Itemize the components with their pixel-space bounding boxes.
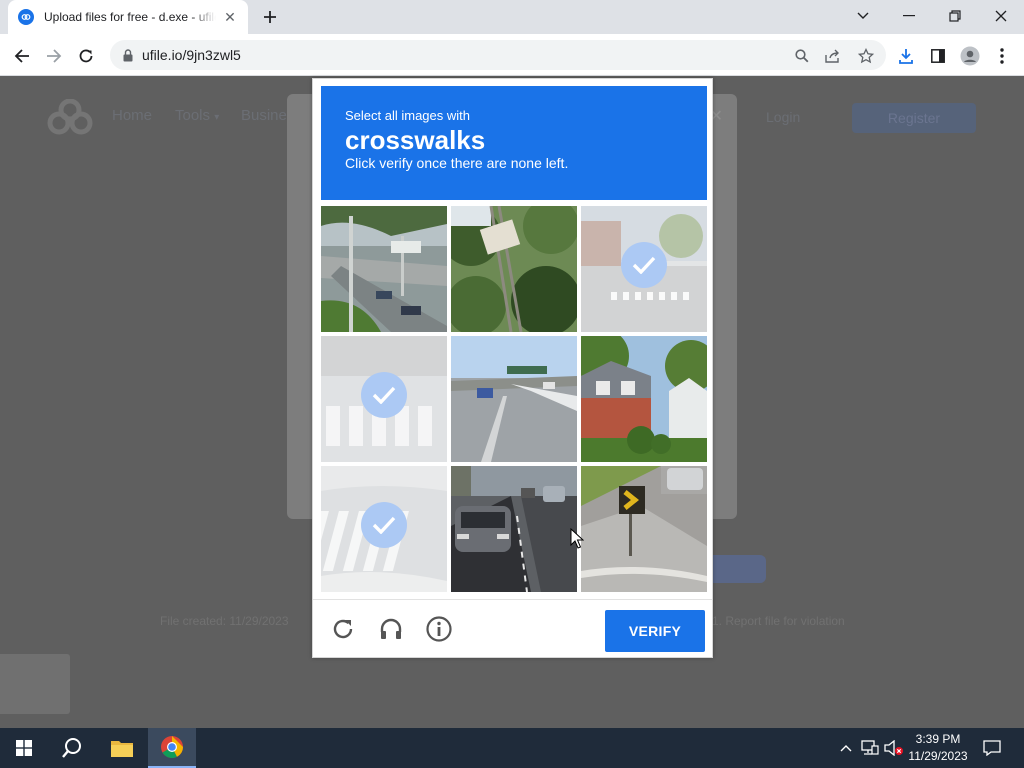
- tab-title: Upload files for free - d.exe - ufile.io: [44, 10, 216, 24]
- window-close-icon[interactable]: [978, 0, 1024, 32]
- search-icon[interactable]: [48, 728, 96, 768]
- zoom-search-icon[interactable]: [792, 46, 812, 66]
- tab-close-icon[interactable]: ✕: [222, 9, 238, 25]
- selected-check-icon: [621, 242, 667, 288]
- more-menu-icon[interactable]: [988, 42, 1016, 70]
- url-text: ufile.io/9jn3zwl5: [142, 47, 241, 63]
- address-bar[interactable]: ufile.io/9jn3zwl5: [110, 40, 886, 70]
- captcha-tile-8[interactable]: [451, 466, 577, 592]
- captcha-header: Select all images with crosswalks Click …: [321, 86, 707, 200]
- register-button[interactable]: Register: [852, 103, 976, 133]
- file-explorer-icon[interactable]: [98, 728, 146, 768]
- selected-check-icon: [361, 372, 407, 418]
- report-file-link[interactable]: 1. Report file for violation: [712, 614, 845, 628]
- audio-icon[interactable]: [377, 615, 405, 643]
- nav-home[interactable]: Home: [112, 107, 152, 124]
- captcha-tile-4[interactable]: [321, 336, 447, 462]
- captcha-footer: VERIFY: [313, 599, 712, 657]
- chevron-down-icon: ▾: [214, 112, 220, 123]
- restore-icon[interactable]: [932, 0, 978, 32]
- minimize-icon[interactable]: [886, 0, 932, 32]
- file-created-text: File created: 11/29/2023: [160, 614, 289, 628]
- browser-toolbar: ufile.io/9jn3zwl5: [0, 34, 1024, 76]
- selected-check-icon: [361, 502, 407, 548]
- captcha-tile-5[interactable]: [451, 336, 577, 462]
- captcha-tile-2[interactable]: [451, 206, 577, 332]
- nav-tools-label: Tools: [175, 107, 211, 124]
- side-panel-icon[interactable]: [924, 42, 952, 70]
- share-icon[interactable]: [823, 46, 843, 66]
- tab-search-chevron-icon[interactable]: [840, 0, 886, 32]
- windows-start-icon[interactable]: [0, 728, 48, 768]
- profile-avatar-icon[interactable]: [956, 42, 984, 70]
- recaptcha-badge[interactable]: [0, 654, 70, 714]
- network-icon[interactable]: [860, 738, 880, 758]
- windows-taskbar: 3:39 PM 11/29/2023: [0, 728, 1024, 768]
- browser-tab[interactable]: Upload files for free - d.exe - ufile.io…: [8, 0, 248, 34]
- captcha-target: crosswalks: [345, 125, 486, 155]
- new-tab-plus-icon[interactable]: [258, 6, 282, 28]
- info-icon[interactable]: [425, 615, 453, 643]
- forward-arrow-icon[interactable]: [40, 42, 68, 70]
- notification-icon[interactable]: [982, 738, 1002, 758]
- captcha-instruction: Click verify once there are none left.: [345, 155, 569, 171]
- clock-date: 11/29/2023: [908, 749, 968, 763]
- tab-strip: Upload files for free - d.exe - ufile.io…: [0, 0, 1024, 34]
- nav-tools[interactable]: Tools ▾: [175, 107, 219, 124]
- reload-page-icon[interactable]: [72, 42, 100, 70]
- background-button: [706, 555, 766, 583]
- mouse-cursor-icon: [570, 528, 584, 549]
- captcha-prompt-top: Select all images with: [345, 108, 470, 123]
- reload-icon[interactable]: [329, 615, 357, 643]
- download-icon[interactable]: [892, 42, 920, 70]
- back-arrow-icon[interactable]: [8, 42, 36, 70]
- captcha-challenge: Select all images with crosswalks Click …: [312, 78, 713, 658]
- login-link[interactable]: Login: [766, 109, 800, 125]
- verify-button[interactable]: VERIFY: [605, 610, 705, 652]
- captcha-tile-1[interactable]: [321, 206, 447, 332]
- volume-muted-icon[interactable]: [884, 738, 904, 758]
- tray-chevron-up-icon[interactable]: [836, 738, 856, 758]
- bookmark-star-icon[interactable]: [856, 46, 876, 66]
- lock-icon[interactable]: [120, 47, 136, 63]
- chrome-taskbar-icon[interactable]: [148, 728, 196, 768]
- captcha-tile-6[interactable]: [581, 336, 707, 462]
- captcha-tile-3[interactable]: [581, 206, 707, 332]
- captcha-tile-9[interactable]: [581, 466, 707, 592]
- clock-time: 3:39 PM: [915, 732, 961, 746]
- taskbar-clock[interactable]: 3:39 PM 11/29/2023: [905, 731, 971, 765]
- captcha-tile-7[interactable]: [321, 466, 447, 592]
- ufile-logo-icon[interactable]: [46, 98, 94, 135]
- ufile-favicon-icon: [18, 9, 34, 25]
- captcha-grid: [321, 206, 707, 592]
